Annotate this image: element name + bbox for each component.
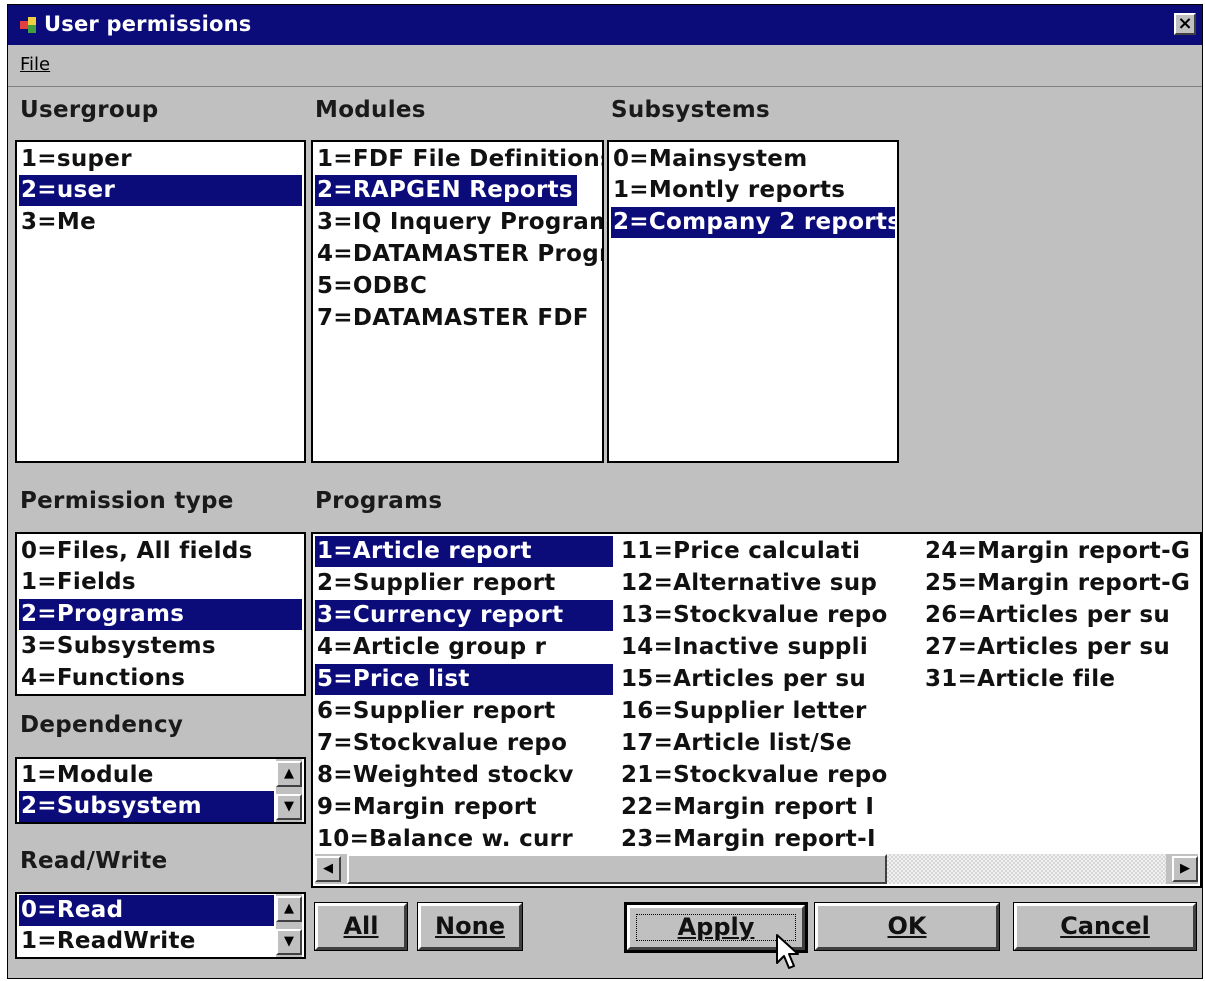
list-item[interactable]: 3=Me: [19, 207, 302, 238]
subsystems-list[interactable]: 0=Mainsystem 1=Montly reports 2=Company …: [607, 140, 899, 463]
list-item[interactable]: 2=user: [19, 175, 302, 206]
none-button[interactable]: None: [417, 902, 523, 951]
list-item[interactable]: 21=Stockvalue repo: [619, 760, 888, 791]
list-item[interactable]: 7=Stockvalue repo: [315, 728, 567, 759]
all-button[interactable]: All: [314, 902, 408, 951]
list-item[interactable]: 1=ReadWrite: [19, 926, 274, 957]
list-item[interactable]: 1=Fields: [19, 567, 302, 598]
list-item[interactable]: 16=Supplier letter: [619, 696, 867, 727]
list-item[interactable]: 7=DATAMASTER FDF: [315, 303, 589, 334]
list-item[interactable]: 23=Margin report-I: [619, 824, 876, 855]
close-icon[interactable]: ×: [1174, 13, 1196, 35]
programs-label: Programs: [315, 488, 443, 514]
list-item[interactable]: 13=Stockvalue repo: [619, 600, 888, 631]
list-item[interactable]: 4=Functions: [19, 663, 302, 694]
usergroup-label: Usergroup: [20, 97, 159, 123]
scroll-thumb[interactable]: [347, 854, 887, 884]
list-item[interactable]: 31=Article file: [923, 664, 1115, 695]
list-item[interactable]: 2=Subsystem: [19, 791, 274, 822]
list-item[interactable]: 22=Margin report I: [619, 792, 874, 823]
list-item[interactable]: 3=Subsystems: [19, 631, 302, 662]
usergroup-list[interactable]: 1=super 2=user 3=Me: [15, 140, 306, 463]
app-icon: [20, 17, 36, 33]
focus-rect: [636, 914, 796, 941]
scroll-down-icon[interactable]: ▼: [276, 794, 302, 820]
list-item[interactable]: 5=ODBC: [315, 271, 427, 302]
permission-type-label: Permission type: [20, 488, 234, 514]
list-item[interactable]: 9=Margin report: [315, 792, 537, 823]
list-item[interactable]: 24=Margin report-G: [923, 536, 1190, 567]
list-item[interactable]: 12=Alternative sup: [619, 568, 877, 599]
list-item[interactable]: 4=Article group r: [315, 632, 546, 663]
list-item[interactable]: 2=Programs: [19, 599, 302, 630]
list-item[interactable]: 27=Articles per su: [923, 632, 1170, 663]
list-item[interactable]: 0=Mainsystem: [611, 144, 895, 175]
list-item[interactable]: 4=DATAMASTER Progr: [315, 239, 602, 270]
scroll-down-icon[interactable]: ▼: [276, 929, 302, 955]
list-item[interactable]: 2=Supplier report: [315, 568, 556, 599]
list-item[interactable]: 1=Montly reports: [611, 175, 895, 206]
title-bar[interactable]: User permissions ×: [8, 5, 1202, 45]
list-item[interactable]: 5=Price list: [315, 664, 613, 695]
list-item[interactable]: 2=RAPGEN Reports: [315, 175, 577, 206]
scroll-up-icon[interactable]: ▲: [276, 761, 302, 787]
scroll-right-icon[interactable]: ▶: [1172, 856, 1198, 882]
programs-list[interactable]: 1=Article report 2=Supplier report 3=Cur…: [311, 532, 1202, 888]
user-permissions-window: User permissions × File Usergroup Module…: [7, 4, 1203, 979]
list-item[interactable]: 10=Balance w. curr: [315, 824, 573, 855]
read-write-scrollbar[interactable]: ▲ ▼: [276, 894, 302, 957]
programs-horizontal-scrollbar[interactable]: ◀ ▶: [315, 854, 1198, 884]
dependency-scrollbar[interactable]: ▲ ▼: [276, 759, 302, 822]
list-item[interactable]: 6=Supplier report: [315, 696, 556, 727]
scroll-left-icon[interactable]: ◀: [315, 856, 341, 882]
list-item[interactable]: 1=Article report: [315, 536, 613, 567]
all-button-label: All: [343, 912, 379, 940]
cancel-button-label: Cancel: [1060, 912, 1150, 940]
window-title: User permissions: [44, 12, 252, 36]
menu-bar: File: [8, 46, 1202, 87]
scroll-up-icon[interactable]: ▲: [276, 896, 302, 922]
list-item[interactable]: 15=Articles per su: [619, 664, 866, 695]
modules-list[interactable]: 1=FDF File Definitions 2=RAPGEN Reports …: [311, 140, 604, 463]
list-item[interactable]: 0=Read: [19, 895, 274, 926]
list-item[interactable]: 17=Article list/Se: [619, 728, 852, 759]
list-item[interactable]: 0=Files, All fields: [19, 536, 302, 567]
subsystems-label: Subsystems: [611, 97, 771, 123]
dependency-label: Dependency: [20, 712, 184, 738]
ok-button[interactable]: OK: [814, 902, 1000, 951]
dependency-list[interactable]: 1=Module 2=Subsystem ▲ ▼: [15, 757, 306, 824]
list-item[interactable]: 1=super: [19, 144, 302, 175]
cancel-button[interactable]: Cancel: [1013, 902, 1197, 951]
list-item[interactable]: 8=Weighted stockv: [315, 760, 574, 791]
mouse-pointer-icon: [776, 934, 799, 969]
menu-file[interactable]: File: [20, 54, 50, 75]
list-item[interactable]: 14=Inactive suppli: [619, 632, 868, 663]
list-item[interactable]: 1=Module: [19, 760, 274, 791]
list-item[interactable]: 2=Company 2 reports: [611, 207, 897, 238]
list-item[interactable]: 3=IQ Inquery Program: [315, 207, 602, 238]
none-button-label: None: [435, 912, 505, 940]
list-item[interactable]: 11=Price calculati: [619, 536, 860, 567]
permission-type-list[interactable]: 0=Files, All fields 1=Fields 2=Programs …: [15, 532, 306, 696]
read-write-list[interactable]: 0=Read 1=ReadWrite ▲ ▼: [15, 892, 306, 959]
list-item[interactable]: 25=Margin report-G: [923, 568, 1190, 599]
list-item[interactable]: 1=FDF File Definitions: [315, 144, 602, 175]
list-item[interactable]: 26=Articles per su: [923, 600, 1170, 631]
list-item[interactable]: 3=Currency report: [315, 600, 613, 631]
modules-label: Modules: [315, 97, 426, 123]
ok-button-label: OK: [887, 912, 927, 940]
read-write-label: Read/Write: [20, 848, 168, 874]
